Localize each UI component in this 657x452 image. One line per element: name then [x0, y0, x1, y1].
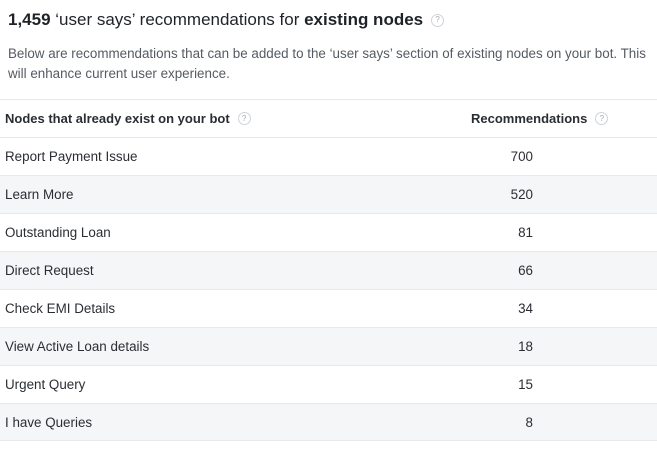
description: Below are recommendations that can be ad… — [8, 46, 646, 81]
column-header-node-label: Nodes that already exist on your bot — [5, 111, 230, 126]
table-row[interactable]: Check EMI Details 34 — [0, 289, 657, 327]
table-row[interactable]: Urgent Query 15 — [0, 365, 657, 403]
column-header-recommendations: Recommendations ? — [471, 111, 611, 126]
title-text: ‘user says’ recommendations for — [55, 10, 300, 29]
recommendation-value: 66 — [518, 263, 533, 278]
column-header-recommendations-label: Recommendations — [471, 111, 588, 126]
table-row[interactable]: View Active Loan details 18 — [0, 327, 657, 365]
help-icon[interactable]: ? — [595, 112, 609, 125]
recommendation-value: 18 — [518, 339, 533, 354]
node-name: Outstanding Loan — [5, 225, 111, 240]
title-emphasis: existing nodes — [304, 10, 424, 29]
node-name: Learn More — [5, 187, 74, 202]
node-name: Check EMI Details — [5, 301, 116, 316]
table-row[interactable]: I have Queries 8 — [0, 403, 657, 441]
recommendation-value: 15 — [518, 377, 533, 392]
node-name: I have Queries — [5, 414, 93, 430]
recommendations-table: Nodes that already exist on your bot ? R… — [0, 99, 657, 441]
recommendation-value: 34 — [518, 301, 533, 316]
node-name: View Active Loan details — [5, 339, 150, 354]
recommendation-value: 520 — [510, 187, 533, 202]
help-icon[interactable]: ? — [237, 112, 251, 125]
page-title: 1,459 ‘user says’ recommendations for ex… — [8, 9, 445, 31]
table-row[interactable]: Report Payment Issue 700 — [0, 137, 657, 175]
node-name: Report Payment Issue — [5, 149, 138, 164]
table-header: Nodes that already exist on your bot ? R… — [0, 99, 657, 137]
recommendation-value: 81 — [518, 225, 533, 240]
table-row[interactable]: Direct Request 66 — [0, 251, 657, 289]
column-header-node: Nodes that already exist on your bot ? — [0, 111, 471, 126]
recommendation-value: 8 — [525, 414, 533, 430]
help-icon[interactable]: ? — [431, 13, 445, 27]
table-row[interactable]: Outstanding Loan 81 — [0, 213, 657, 251]
table-row[interactable]: Learn More 520 — [0, 175, 657, 213]
recommendation-count: 1,459 — [8, 10, 51, 29]
node-name: Direct Request — [5, 263, 94, 278]
node-name: Urgent Query — [5, 377, 86, 392]
recommendation-value: 700 — [510, 149, 533, 164]
